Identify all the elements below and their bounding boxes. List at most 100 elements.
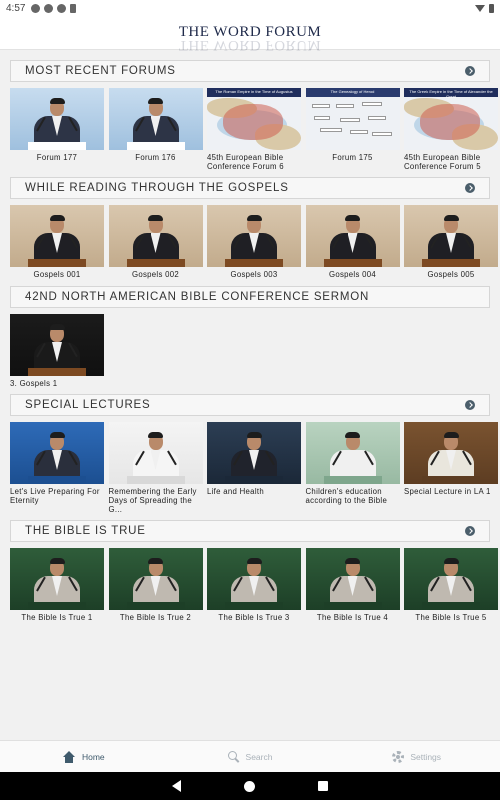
bottom-navigation: Home Search Settings (0, 740, 500, 772)
podium (323, 476, 382, 484)
thumbnail-row[interactable]: The Bible Is True 1 The Bible Is True 2 Th… (10, 548, 500, 638)
video-card[interactable]: Special Lecture in LA 1 (404, 422, 498, 496)
podium (28, 368, 86, 376)
recent-apps-icon[interactable] (318, 781, 329, 791)
section-header[interactable]: THE BIBLE IS TRUE (10, 520, 490, 542)
video-title: Gospels 003 (230, 270, 278, 279)
video-title: Let's Live Preparing For Eternity (10, 487, 100, 505)
video-thumbnail[interactable] (108, 205, 203, 267)
home-icon (62, 750, 76, 763)
video-card[interactable]: Gospels 004 (305, 205, 400, 279)
genealogy-node (335, 104, 354, 108)
video-card[interactable]: The Bible Is True 5 (404, 548, 498, 622)
thumbnail-title: The Roman Empire in the Time of Augustus (215, 89, 293, 94)
video-card[interactable]: Forum 177 (10, 88, 104, 162)
section-title: SPECIAL LECTURES (25, 399, 151, 411)
nav-home[interactable]: Home (0, 741, 167, 772)
video-card[interactable]: Gospels 005 (404, 205, 498, 279)
video-title: The Bible Is True 3 (218, 613, 290, 622)
main-content[interactable]: MOST RECENT FORUMS Forum 177 Forum 176 The … (0, 50, 500, 740)
video-card[interactable]: 3. Gospels 1 (10, 314, 104, 388)
video-thumbnail[interactable] (10, 88, 104, 150)
video-card[interactable]: The Bible Is True 4 (305, 548, 400, 622)
video-thumbnail[interactable] (108, 548, 203, 610)
thumbnail-row[interactable]: Let's Live Preparing For Eternity Remembe… (10, 422, 500, 512)
video-card[interactable]: Gospels 002 (108, 205, 203, 279)
podium (126, 142, 185, 150)
nav-search[interactable]: Search (167, 741, 334, 772)
nav-settings[interactable]: Settings (333, 741, 500, 772)
status-bar: 4:57 (0, 0, 500, 16)
speaker-hair (345, 558, 360, 564)
video-thumbnail[interactable] (404, 205, 498, 267)
video-thumbnail[interactable] (108, 422, 203, 484)
video-thumbnail[interactable]: The Greek Empire in the Time of Alexande… (404, 88, 498, 150)
section-header[interactable]: 42ND NORTH AMERICAN BIBLE CONFERENCE SER… (10, 286, 490, 308)
video-card[interactable]: The Bible Is True 3 (207, 548, 301, 622)
video-thumbnail[interactable] (10, 314, 104, 376)
section-title: WHILE READING THROUGH THE GOSPELS (25, 182, 289, 194)
video-thumbnail[interactable] (305, 205, 400, 267)
genealogy-node (313, 116, 330, 120)
speaker-hair (49, 558, 65, 564)
speaker-hair (49, 432, 65, 438)
map-empire-region (420, 104, 480, 140)
section-header[interactable]: WHILE READING THROUGH THE GOSPELS (10, 177, 490, 199)
video-card[interactable]: The Bible Is True 2 (108, 548, 203, 622)
video-thumbnail[interactable] (108, 88, 203, 150)
chevron-right-icon[interactable] (465, 400, 475, 410)
nav-search-label: Search (245, 751, 273, 762)
video-thumbnail[interactable] (404, 422, 498, 484)
speaker-hair (49, 98, 65, 104)
video-card[interactable]: The Greek Empire in the Time of Alexande… (404, 88, 498, 171)
video-thumbnail[interactable] (404, 548, 498, 610)
video-thumbnail[interactable] (207, 205, 301, 267)
video-title: The Bible Is True 5 (415, 613, 487, 622)
video-card[interactable]: Life and Health (207, 422, 301, 496)
video-title: Life and Health (207, 487, 264, 496)
section-header[interactable]: SPECIAL LECTURES (10, 394, 490, 416)
genealogy-node (371, 132, 392, 136)
video-card[interactable]: Gospels 003 (207, 205, 301, 279)
notification-icon (57, 3, 67, 13)
video-card[interactable]: The Roman Empire in the Time of Augustus… (207, 88, 301, 171)
video-title: Gospels 001 (33, 270, 81, 279)
section-header[interactable]: MOST RECENT FORUMS (10, 60, 490, 82)
video-card[interactable]: Remembering the Early Days of Spreading … (108, 422, 203, 512)
video-thumbnail[interactable] (10, 422, 104, 484)
video-title: Gospels 002 (131, 270, 180, 279)
system-home-icon[interactable] (243, 780, 255, 792)
chevron-right-icon[interactable] (465, 526, 475, 536)
video-title: The Bible Is True 1 (21, 613, 93, 622)
video-thumbnail[interactable] (207, 548, 301, 610)
thumbnail-row[interactable]: 3. Gospels 1 (10, 314, 500, 404)
wifi-icon (475, 4, 485, 12)
video-title: Forum 175 (332, 153, 373, 162)
notification-icon (44, 3, 54, 13)
video-thumbnail[interactable] (10, 205, 104, 267)
video-thumbnail[interactable]: The Roman Empire in the Time of Augustus (207, 88, 301, 150)
video-card[interactable]: Let's Live Preparing For Eternity (10, 422, 104, 505)
video-thumbnail[interactable] (305, 422, 400, 484)
video-card[interactable]: Forum 176 (108, 88, 203, 162)
section-42nd-north-american-bible-conference-sermon: 42ND NORTH AMERICAN BIBLE CONFERENCE SER… (0, 286, 500, 406)
video-thumbnail[interactable]: The Genealogy of Herod (305, 88, 400, 150)
podium (422, 476, 480, 484)
video-title: 45th European Bible Conference Forum 5 (404, 153, 481, 171)
video-thumbnail[interactable] (305, 548, 400, 610)
video-card[interactable]: The Genealogy of Herod Forum 175 (305, 88, 400, 162)
video-thumbnail[interactable] (10, 548, 104, 610)
section-title: 42ND NORTH AMERICAN BIBLE CONFERENCE SER… (25, 291, 370, 303)
video-card[interactable]: Gospels 001 (10, 205, 104, 279)
back-icon[interactable] (171, 780, 181, 792)
speaker-hair (246, 558, 262, 564)
thumbnail-row[interactable]: Gospels 001 Gospels 002 Gospels 003 Gospels… (10, 205, 500, 295)
video-card[interactable]: The Bible Is True 1 (10, 548, 104, 622)
video-title: The Bible Is True 2 (119, 613, 192, 622)
video-card[interactable]: Children's education according to the Bi… (305, 422, 400, 505)
chevron-right-icon[interactable] (465, 183, 475, 193)
video-thumbnail[interactable] (207, 422, 301, 484)
chevron-right-icon[interactable] (465, 66, 475, 76)
thumbnail-row[interactable]: Forum 177 Forum 176 The Roman Empire in th… (10, 88, 500, 178)
genealogy-node (339, 118, 360, 122)
